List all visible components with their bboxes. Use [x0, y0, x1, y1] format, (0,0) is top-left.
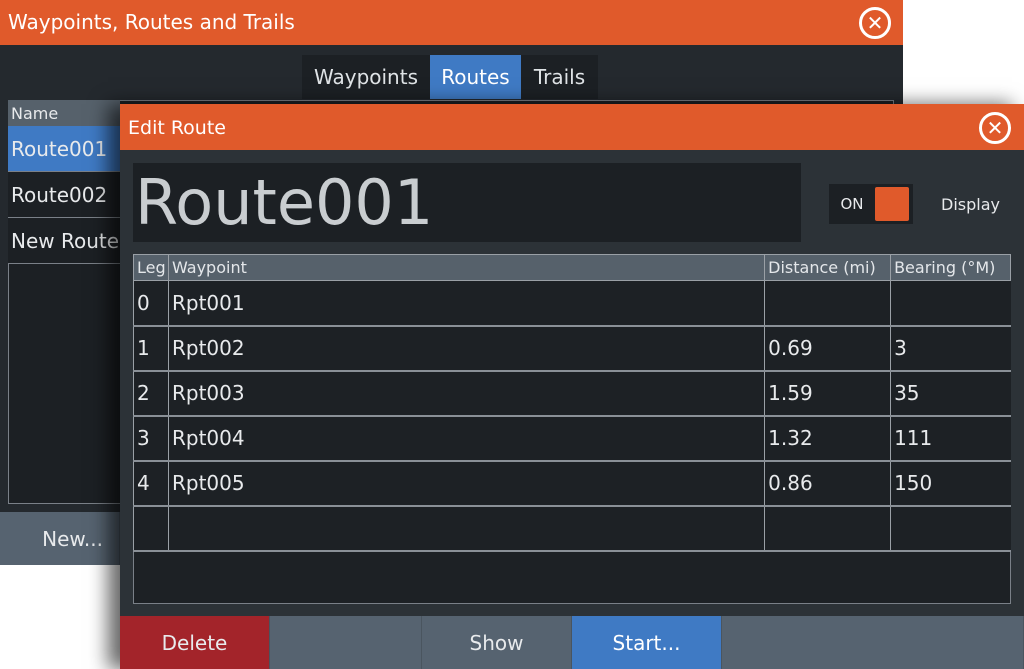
- leg-cell: 4: [133, 460, 169, 507]
- table-header-row: Leg Waypoint Distance (mi) Bearing (°M): [133, 254, 1011, 281]
- close-icon[interactable]: ✕: [859, 7, 891, 39]
- col-leg: Leg: [133, 254, 169, 281]
- table-row[interactable]: 0 Rpt001: [133, 280, 1011, 327]
- toggle-knob: [875, 187, 909, 221]
- bearing-cell: 150: [890, 460, 1011, 507]
- delete-button[interactable]: Delete: [120, 616, 270, 669]
- table-row-empty[interactable]: [133, 505, 1011, 552]
- empty-button: [722, 616, 1024, 669]
- name-column-header: Name: [8, 100, 120, 126]
- dialog-title: Waypoints, Routes and Trails: [8, 10, 295, 34]
- col-bearing: Bearing (°M): [890, 254, 1011, 281]
- close-icon[interactable]: ✕: [979, 112, 1011, 144]
- waypoint-cell: Rpt005: [167, 460, 765, 507]
- tab-trails[interactable]: Trails: [521, 55, 598, 99]
- distance-cell: 1.59: [764, 370, 891, 417]
- table-row[interactable]: 2 Rpt003 1.59 35: [133, 370, 1011, 417]
- new-button[interactable]: New...: [0, 512, 120, 565]
- distance-cell: 0.86: [764, 460, 891, 507]
- table-row[interactable]: 1 Rpt002 0.69 3: [133, 325, 1011, 372]
- col-distance: Distance (mi): [764, 254, 892, 281]
- dialog-title: Edit Route: [128, 117, 226, 139]
- bearing-cell: 111: [890, 415, 1011, 462]
- tab-routes[interactable]: Routes: [430, 55, 521, 99]
- bearing-cell: [890, 280, 1011, 327]
- col-waypoint: Waypoint: [167, 254, 766, 281]
- leg-cell: 3: [133, 415, 169, 462]
- table-row[interactable]: 3 Rpt004 1.32 111: [133, 415, 1011, 462]
- show-button[interactable]: Show: [422, 616, 572, 669]
- edit-route-dialog: Edit Route ✕ Route001 ON Display Leg Way…: [120, 104, 1024, 669]
- waypoint-cell: Rpt004: [167, 415, 765, 462]
- display-toggle[interactable]: ON: [829, 184, 913, 224]
- distance-cell: [764, 505, 891, 552]
- tab-waypoints[interactable]: Waypoints: [302, 55, 430, 99]
- list-item[interactable]: Route001: [8, 126, 120, 172]
- waypoint-cell: [167, 505, 765, 552]
- leg-cell: 0: [133, 280, 169, 327]
- bearing-cell: [890, 505, 1011, 552]
- bearing-cell: 3: [890, 325, 1011, 372]
- bearing-cell: 35: [890, 370, 1011, 417]
- waypoint-cell: Rpt003: [167, 370, 765, 417]
- leg-cell: 2: [133, 370, 169, 417]
- title-bar: Waypoints, Routes and Trails ✕: [0, 0, 903, 45]
- waypoint-cell: Rpt001: [167, 280, 765, 327]
- title-bar: Edit Route ✕: [120, 104, 1024, 150]
- display-label: Display: [941, 195, 1000, 214]
- leg-cell: [133, 505, 169, 552]
- waypoint-cell: Rpt002: [167, 325, 765, 372]
- empty-button: [270, 616, 422, 669]
- route-name-field[interactable]: Route001: [133, 163, 801, 242]
- legs-table: Leg Waypoint Distance (mi) Bearing (°M) …: [133, 254, 1011, 552]
- leg-cell: 1: [133, 325, 169, 372]
- list-item[interactable]: New Route...: [8, 218, 120, 264]
- list-item[interactable]: Route002: [8, 172, 120, 218]
- table-row[interactable]: 4 Rpt005 0.86 150: [133, 460, 1011, 507]
- distance-cell: 0.69: [764, 325, 891, 372]
- toggle-label: ON: [840, 195, 864, 213]
- distance-cell: 1.32: [764, 415, 891, 462]
- start-button[interactable]: Start...: [572, 616, 722, 669]
- distance-cell: [764, 280, 891, 327]
